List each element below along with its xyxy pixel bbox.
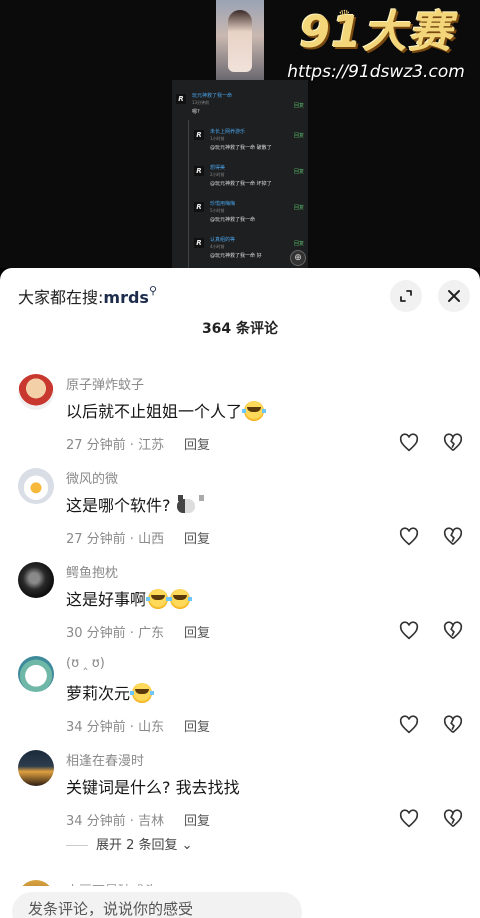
mini-comment: R 珍惜用梅梅 5小时前 @玩元神救了我一命 回复 — [172, 196, 308, 232]
laugh-cry-emoji-icon — [168, 589, 193, 609]
reply-button[interactable]: 回复 — [184, 810, 210, 829]
comment-item: 鳄鱼抱枕 这是好事啊 30 分钟前 · 广东 回复 — [0, 562, 480, 656]
watermark-logo: ♛ 91大赛 https://91dswz3.com — [286, 7, 466, 83]
comment-item: (ʊ ‸ ʊ) 萝莉次元 34 分钟前 · 山东 回复 — [0, 656, 480, 750]
comment-text: 萝莉次元 — [66, 680, 155, 704]
laugh-cry-emoji-icon — [146, 589, 171, 609]
search-icon: ⚲ — [148, 284, 158, 297]
crown-icon: ♛ — [338, 8, 351, 24]
search-suggestion[interactable]: 大家都在搜:mrds⚲ — [18, 284, 157, 308]
comment-item: 相逢在春漫时 关键词是什么? 我去找找 34 分钟前 · 吉林 回复 — [0, 750, 480, 844]
broken-heart-icon[interactable] — [442, 714, 464, 736]
expand-replies-button[interactable]: 展开 2 条回复 ⌄ — [66, 834, 193, 853]
expand-replies-label: 展开 2 条回复 — [96, 838, 178, 853]
comment-sheet: 大家都在搜:mrds⚲ 364 条评论 原子弹炸蚊子 以后就不止姐姐一个人了 2… — [0, 268, 480, 918]
laugh-cry-emoji-icon — [242, 401, 267, 421]
comment-item: 原子弹炸蚊子 以后就不止姐姐一个人了 27 分钟前 · 江苏 回复 — [0, 374, 480, 468]
search-keyword[interactable]: mrds — [103, 288, 149, 307]
logo-text: 91大赛 — [299, 7, 453, 58]
heart-icon[interactable] — [398, 808, 420, 830]
avatar[interactable] — [18, 562, 54, 598]
heart-icon[interactable] — [398, 714, 420, 736]
comment-meta: 34 分钟前 · 山东 — [66, 720, 165, 735]
expand-button[interactable] — [390, 280, 422, 312]
logo-url: https://91dswz3.com — [287, 62, 465, 82]
comment-meta: 34 分钟前 · 吉林 — [66, 814, 165, 829]
comment-text: 关键词是什么? 我去找找 — [66, 778, 240, 797]
comment-meta: 27 分钟前 · 山西 — [66, 532, 165, 547]
comment-username[interactable]: 微风的微 — [66, 468, 118, 487]
heart-icon[interactable] — [398, 526, 420, 548]
avatar[interactable] — [18, 468, 54, 504]
broken-heart-icon[interactable] — [442, 432, 464, 454]
comment-text: 这是哪个软件? — [66, 492, 204, 516]
comment-input[interactable]: 发条评论，说说你的感受 — [12, 892, 302, 918]
mini-avatar: R — [194, 238, 204, 248]
comment-username[interactable]: 原子弹炸蚊子 — [66, 374, 144, 393]
comment-count: 364 条评论 — [201, 321, 279, 337]
laugh-cry-emoji-icon — [130, 683, 155, 703]
comment-username[interactable]: 鳄鱼抱枕 — [66, 562, 118, 581]
comment-meta: 27 分钟前 · 江苏 — [66, 438, 165, 453]
video-thumbnail — [216, 0, 264, 80]
broken-heart-icon[interactable] — [442, 526, 464, 548]
mini-avatar: R — [194, 166, 204, 176]
comment-text: 这是好事啊 — [66, 586, 193, 610]
close-icon — [448, 290, 460, 302]
mini-avatar: R — [176, 94, 186, 104]
reply-button[interactable]: 回复 — [184, 716, 210, 735]
mini-avatar: R — [194, 202, 204, 212]
comment-composer: 发条评论，说说你的感受 — [0, 886, 480, 918]
broken-heart-icon[interactable] — [442, 620, 464, 642]
close-button[interactable] — [438, 280, 470, 312]
avatar[interactable] — [18, 750, 54, 786]
reply-button[interactable]: 回复 — [184, 622, 210, 641]
expand-icon — [400, 290, 412, 302]
mini-avatar: R — [194, 130, 204, 140]
mini-comment: R 未长上网养游乐 1小时前 @玩元神救了我一命 破散了 回复 — [172, 124, 308, 160]
heart-icon[interactable] — [398, 432, 420, 454]
reply-button[interactable]: 回复 — [184, 434, 210, 453]
comment-username[interactable]: 相逢在春漫时 — [66, 750, 144, 769]
avatar[interactable] — [18, 656, 54, 692]
mini-comment: R 想得美 2小时前 @玩元神救了我一命 坏掉了 回复 — [172, 160, 308, 196]
chevron-down-icon: ⌄ — [177, 838, 193, 853]
embedded-screenshot: R 玩元神救了我一命 13分钟前 嗯? 回复 R 未长上网养游乐 1小时前 @玩… — [172, 80, 308, 268]
comment-text: 以后就不止姐姐一个人了 — [66, 398, 267, 422]
comment-username[interactable]: (ʊ ‸ ʊ) — [66, 656, 105, 671]
reply-button[interactable]: 回复 — [184, 528, 210, 547]
comment-meta: 30 分钟前 · 广东 — [66, 626, 165, 641]
mini-comment: R 玩元神救了我一命 13分钟前 嗯? 回复 — [172, 88, 308, 124]
cat-emoji-icon — [175, 495, 204, 515]
avatar[interactable] — [18, 374, 54, 410]
comment-item: 微风的微 这是哪个软件? 27 分钟前 · 山西 回复 — [0, 468, 480, 562]
broken-heart-icon[interactable] — [442, 808, 464, 830]
mini-comment: R 认真组的等 4小时前 @玩元神救了我一命 好 回复 — [172, 232, 308, 268]
heart-icon[interactable] — [398, 620, 420, 642]
search-suggestion-prefix: 大家都在搜: — [18, 288, 104, 307]
video-preview[interactable]: ♛ 91大赛 https://91dswz3.com R 玩元神救了我一命 13… — [0, 0, 480, 268]
mini-add-icon: ⊕ — [290, 250, 306, 266]
